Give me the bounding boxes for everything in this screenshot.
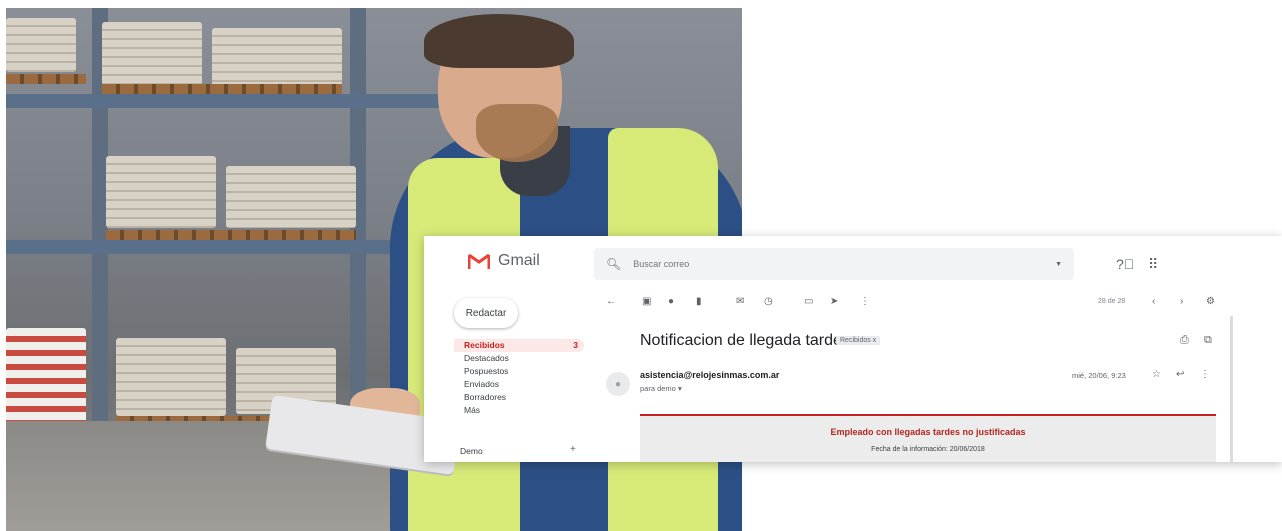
report-spam-icon[interactable]: ● — [668, 296, 674, 307]
snooze-icon[interactable]: ◷ — [764, 296, 773, 307]
sender-email[interactable]: asistencia@relojesinmas.com.ar — [640, 370, 779, 380]
scrollbar[interactable] — [1230, 316, 1233, 462]
search-options-icon[interactable]: ▼ — [1055, 261, 1062, 268]
sidebar-item-label: Pospuestos — [464, 366, 509, 376]
apps-grid-icon[interactable]: ⠿ — [1148, 256, 1158, 273]
message-date: mié, 20/06, 9:23 — [1072, 371, 1126, 380]
search-input[interactable] — [631, 258, 1036, 270]
back-arrow-icon[interactable]: ← — [606, 296, 616, 307]
sidebar-item-drafts[interactable]: Borradores — [454, 391, 584, 404]
sidebar-item-starred[interactable]: Destacados — [454, 352, 584, 365]
older-chevron-icon[interactable]: › — [1180, 296, 1183, 307]
archive-icon[interactable]: ▣ — [642, 296, 651, 307]
settings-gear-icon[interactable]: ⚙ — [1206, 296, 1215, 307]
sidebar-item-more[interactable]: Más — [454, 404, 584, 417]
newer-chevron-icon[interactable]: ‹ — [1152, 296, 1155, 307]
email-body-title: Empleado con llegadas tardes no justific… — [830, 427, 1026, 437]
gmail-header: Gmail 🔍︎ ▼ ?⃝ ⠿ — [424, 236, 1282, 292]
sidebar-item-label: Destacados — [464, 353, 509, 363]
message-toolbar: ← ▣ ● ▮ ✉ ◷ ▭ ➤ ⋮ — [604, 296, 1234, 312]
sender-avatar: ● — [606, 372, 630, 396]
sidebar-nav: Recibidos 3 Destacados Pospuestos Enviad… — [454, 339, 584, 417]
reply-icon[interactable]: ↩ — [1176, 369, 1184, 380]
search-icon[interactable]: 🔍︎ — [606, 257, 621, 271]
help-icon[interactable]: ?⃝ — [1116, 256, 1134, 272]
label-icon[interactable]: ➤ — [830, 296, 838, 307]
more-options-icon[interactable]: ⋮ — [860, 296, 870, 307]
email-body: Empleado con llegadas tardes no justific… — [640, 414, 1216, 462]
open-new-window-icon[interactable]: ⧉ — [1204, 334, 1212, 347]
recipient-line[interactable]: para demo ▾ — [640, 384, 682, 393]
sidebar-item-sent[interactable]: Enviados — [454, 378, 584, 391]
inbox-label-chip[interactable]: Recibidos x — [836, 336, 881, 345]
hangouts-user[interactable]: Demo — [460, 446, 483, 456]
gmail-screenshot: Gmail 🔍︎ ▼ ?⃝ ⠿ Redactar Recibidos 3 Des… — [424, 236, 1282, 462]
sidebar-item-label: Más — [464, 405, 481, 415]
pagination-count: 28 de 28 — [1098, 298, 1126, 305]
search-bar[interactable]: 🔍︎ ▼ — [594, 248, 1074, 280]
add-contact-icon[interactable]: + — [570, 444, 576, 455]
sidebar-item-snoozed[interactable]: Pospuestos — [454, 365, 584, 378]
print-icon[interactable]: ⎙ — [1180, 334, 1189, 347]
logo-text: Gmail — [498, 252, 540, 269]
gmail-m-icon — [468, 253, 490, 269]
sidebar-item-label: Recibidos — [464, 340, 505, 350]
unread-count: 3 — [573, 340, 578, 350]
message-more-icon[interactable]: ⋮ — [1200, 369, 1210, 380]
sidebar-item-label: Enviados — [464, 379, 499, 389]
gmail-logo[interactable]: Gmail — [468, 252, 540, 270]
compose-button[interactable]: Redactar — [454, 298, 518, 328]
star-icon[interactable]: ☆ — [1152, 369, 1161, 380]
sidebar-item-label: Borradores — [464, 392, 507, 402]
mark-unread-icon[interactable]: ✉ — [736, 296, 744, 307]
move-to-icon[interactable]: ▭ — [804, 296, 813, 307]
email-subject: Notificacion de llegada tarde — [640, 332, 842, 349]
email-body-date: Fecha de la información: 20/06/2018 — [871, 446, 985, 453]
delete-icon[interactable]: ▮ — [696, 296, 702, 307]
sidebar-item-inbox[interactable]: Recibidos 3 — [454, 339, 584, 352]
